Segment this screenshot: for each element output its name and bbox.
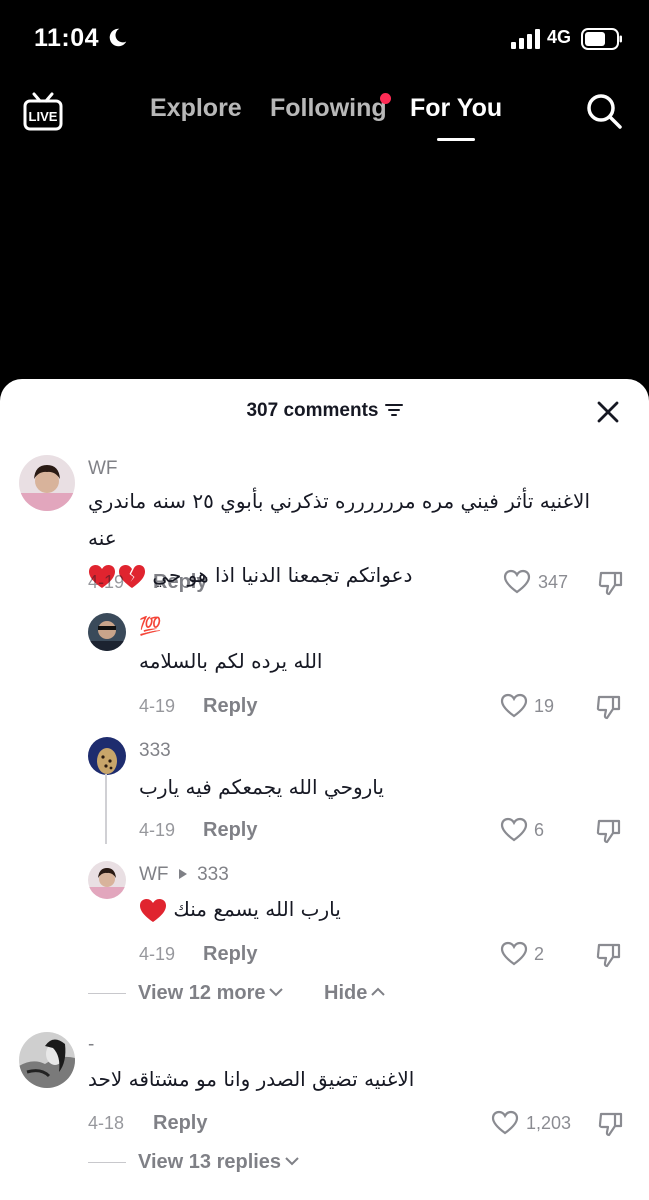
avatar[interactable] xyxy=(19,1032,75,1088)
heart-icon[interactable] xyxy=(500,817,528,843)
avatar-image xyxy=(19,455,75,511)
comment-text: يارب الله يسمع منك xyxy=(139,891,439,928)
like-count: 19 xyxy=(534,696,555,716)
comments-sheet: 307 comments WF الاغنيه تأثر فيني مره مر… xyxy=(0,379,649,1200)
tab-explore[interactable]: Explore xyxy=(150,94,242,123)
view-more-replies-button[interactable]: View 12 more xyxy=(138,982,284,1005)
tab-for-you[interactable]: For You xyxy=(410,94,502,123)
comment-username[interactable]: 333 xyxy=(139,740,171,762)
view-replies-button[interactable]: View 13 replies xyxy=(138,1151,299,1174)
search-icon[interactable] xyxy=(585,92,623,130)
dislike-icon[interactable] xyxy=(595,941,623,969)
comment-date: 4-19 xyxy=(139,944,176,964)
reply-button[interactable]: Reply xyxy=(153,1112,207,1135)
avatar[interactable] xyxy=(88,861,126,899)
sort-filter-icon[interactable] xyxy=(384,403,403,417)
reply-button[interactable]: Reply xyxy=(203,943,257,966)
avatar[interactable] xyxy=(88,737,126,775)
comment-username[interactable]: WF xyxy=(139,864,169,885)
comment-date: 4-19 xyxy=(139,696,176,716)
comments-count-header[interactable]: 307 comments xyxy=(0,400,649,422)
network-type: 4G xyxy=(547,27,572,47)
comment-username[interactable]: 💯 xyxy=(139,616,161,637)
comment-text-line: الاغنيه تأثر فيني مره مرررررره تذكرني بأ… xyxy=(88,489,590,550)
dislike-icon[interactable] xyxy=(595,693,623,721)
dislike-icon[interactable] xyxy=(595,817,623,845)
comments-header: 307 comments xyxy=(0,379,649,445)
dislike-icon[interactable] xyxy=(597,569,625,597)
heart-icon[interactable] xyxy=(500,693,528,719)
comment-text: الاغنيه تضيق الصدر وانا مو مشتاقه لاحد xyxy=(88,1067,415,1091)
view-replies-label: View 13 replies xyxy=(138,1151,282,1173)
chevron-up-icon xyxy=(371,987,386,996)
thread-line xyxy=(105,774,107,844)
avatar-image xyxy=(88,861,126,899)
comment-text: الله يرده لكم بالسلامه xyxy=(139,649,323,673)
comment-date: 4-19 xyxy=(88,572,125,592)
heart-icon[interactable] xyxy=(500,941,528,967)
battery-icon xyxy=(581,28,622,50)
comments-count: 307 comments xyxy=(246,400,379,421)
svg-text:LIVE: LIVE xyxy=(29,109,58,124)
status-bar: 11:04 4G xyxy=(0,0,649,78)
avatar[interactable] xyxy=(19,455,75,511)
replies-divider xyxy=(88,993,126,994)
comment-text-line: يارب الله يسمع منك xyxy=(173,897,341,921)
heart-icon[interactable] xyxy=(491,1110,519,1136)
red-heart-icon xyxy=(140,898,166,922)
tab-following[interactable]: Following xyxy=(270,94,387,123)
comment-username[interactable]: WF xyxy=(88,458,118,480)
like-count: 6 xyxy=(534,820,545,840)
like-count: 347 xyxy=(538,572,569,592)
like-count: 2 xyxy=(534,944,545,964)
reply-username-line: WF 333 xyxy=(139,864,229,886)
close-icon[interactable] xyxy=(596,400,620,424)
active-tab-indicator xyxy=(437,138,475,141)
play-arrow-icon xyxy=(178,869,187,879)
moon-icon xyxy=(109,28,127,47)
hide-replies-button[interactable]: Hide xyxy=(324,982,386,1005)
comment-date: 4-18 xyxy=(88,1113,125,1133)
reply-to-username[interactable]: 333 xyxy=(197,864,229,885)
replies-divider xyxy=(88,1162,126,1163)
cellular-signal-icon xyxy=(511,29,540,49)
avatar-image xyxy=(19,1032,75,1088)
view-more-label: View 12 more xyxy=(138,982,266,1004)
chevron-down-icon xyxy=(285,1157,299,1166)
reply-button[interactable]: Reply xyxy=(203,819,257,842)
comment-text: ياروحي الله يجمعكم فيه يارب xyxy=(139,775,384,799)
comment-date: 4-19 xyxy=(139,820,176,840)
live-tv-icon[interactable]: LIVE xyxy=(22,91,64,131)
status-time: 11:04 xyxy=(34,24,100,52)
like-count: 1,203 xyxy=(526,1113,572,1133)
following-notification-dot xyxy=(380,93,391,104)
heart-icon[interactable] xyxy=(503,569,531,595)
dislike-icon[interactable] xyxy=(597,1110,625,1138)
avatar[interactable] xyxy=(88,613,126,651)
reply-button[interactable]: Reply xyxy=(153,571,207,594)
top-navigation: LIVE Explore Following For You xyxy=(0,78,649,148)
comment-username[interactable]: - xyxy=(88,1034,94,1056)
avatar-image xyxy=(88,737,126,775)
reply-button[interactable]: Reply xyxy=(203,695,257,718)
hide-label: Hide xyxy=(324,982,368,1004)
avatar-image xyxy=(88,613,126,651)
chevron-down-icon xyxy=(269,988,284,997)
